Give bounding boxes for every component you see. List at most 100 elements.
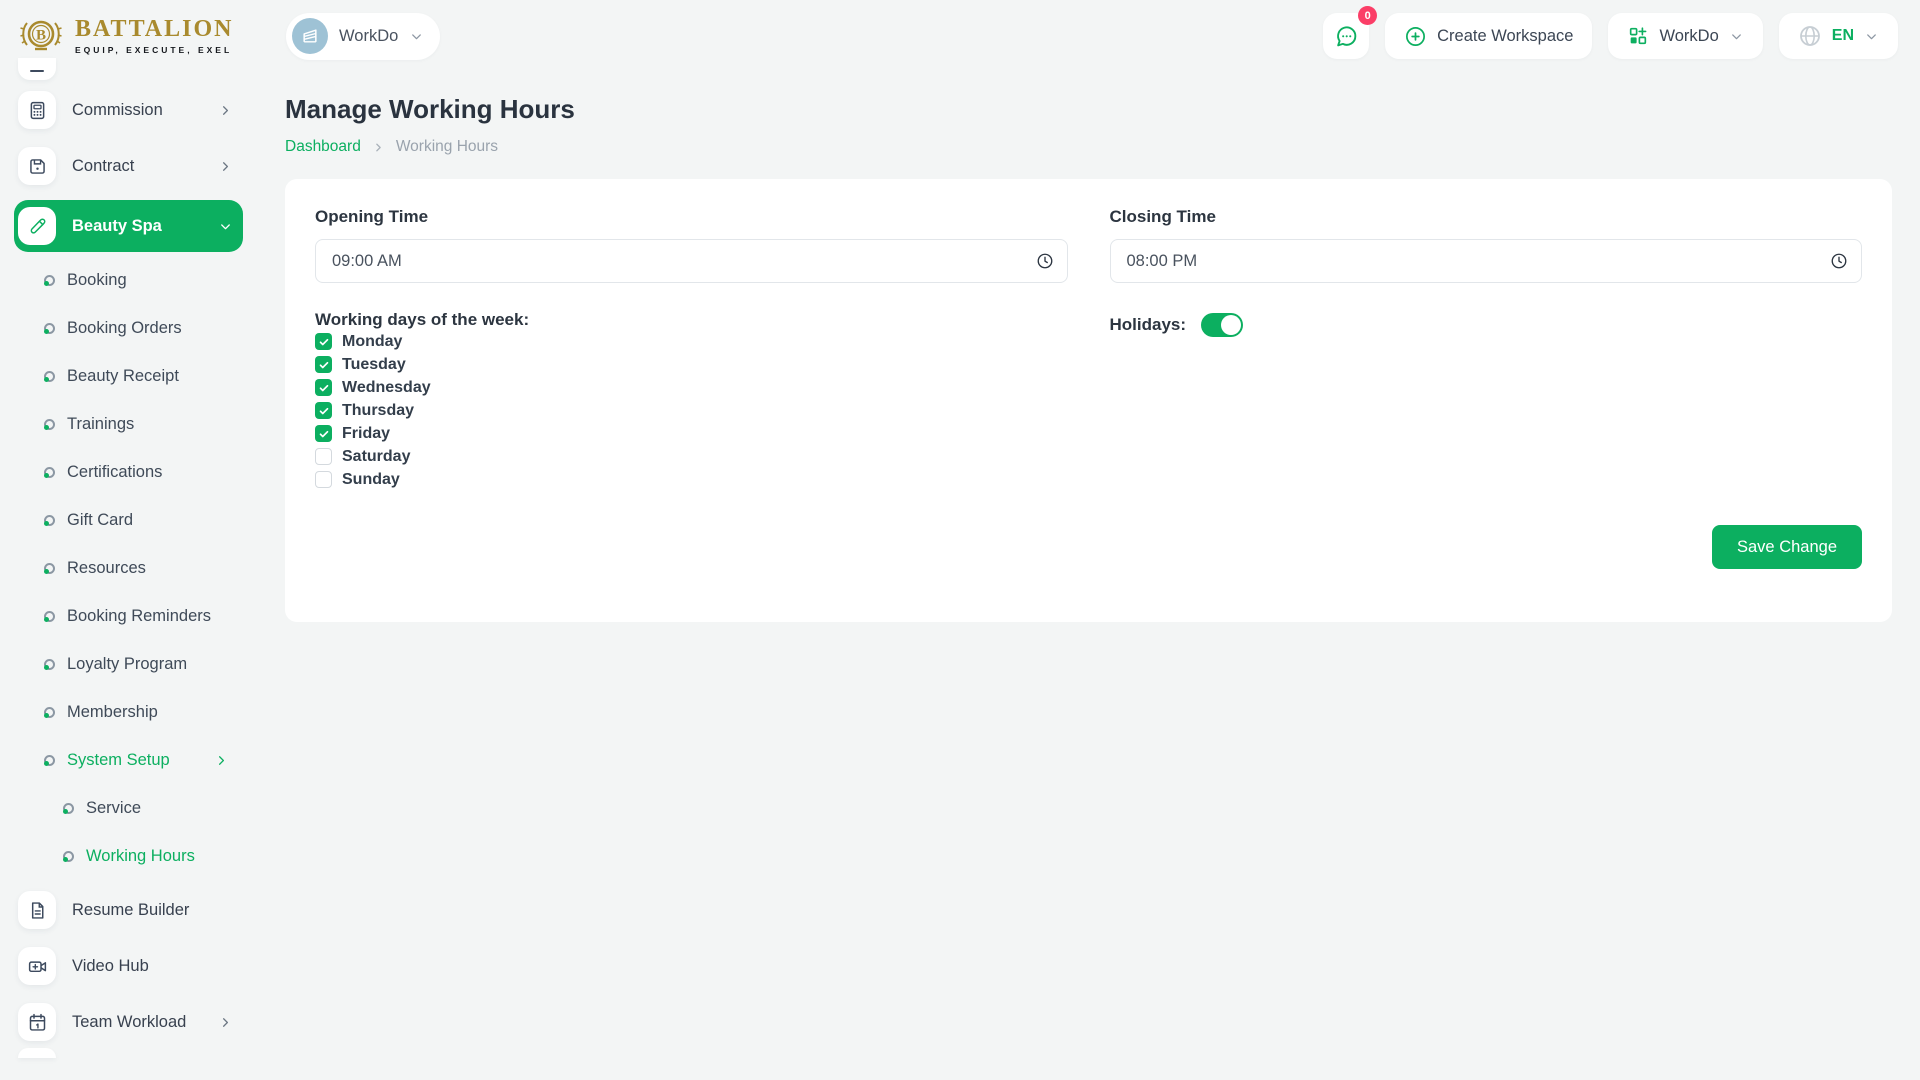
bullet-icon [44, 419, 55, 430]
sidebar-item-booking-orders[interactable]: Booking Orders [14, 304, 243, 352]
checkbox-checked-icon[interactable] [315, 402, 332, 419]
sidebar-item-certifications[interactable]: Certifications [14, 448, 243, 496]
language-selector[interactable]: EN [1779, 13, 1898, 59]
sidebar-item-gift-card[interactable]: Gift Card [14, 496, 243, 544]
bullet-icon [44, 275, 55, 286]
holidays-toggle[interactable] [1201, 313, 1243, 337]
day-checkbox-monday[interactable]: Monday [315, 330, 1068, 353]
document-icon [18, 891, 56, 929]
working-days-section: Working days of the week: Monday Tuesday… [315, 310, 1068, 491]
sidebar-item-label: Resources [67, 559, 146, 578]
bullet-icon [44, 707, 55, 718]
sidebar-item-working-hours[interactable]: Working Hours [14, 832, 243, 880]
sidebar-item-label: Booking [67, 271, 127, 290]
sidebar: Commission Contract Beauty Spa [0, 58, 257, 1058]
bullet-icon [44, 371, 55, 382]
day-checkbox-tuesday[interactable]: Tuesday [315, 353, 1068, 376]
messages-count-badge: 0 [1358, 6, 1377, 25]
topbar: B BATTALION EQUIP, EXECUTE, EXEL WorkDo [0, 0, 1920, 72]
plus-circle-icon [1404, 25, 1427, 48]
closing-time-input[interactable] [1110, 239, 1863, 283]
sidebar-item-commission[interactable]: Commission [14, 84, 243, 136]
sidebar-item-system-setup[interactable]: System Setup [14, 736, 243, 784]
page-title: Manage Working Hours [285, 94, 1892, 125]
sidebar-item-label: Service [86, 799, 141, 818]
closing-time-label: Closing Time [1110, 207, 1863, 227]
workdo-menu-button[interactable]: WorkDo [1608, 13, 1762, 59]
checkbox-checked-icon[interactable] [315, 379, 332, 396]
bullet-icon [44, 467, 55, 478]
checkbox-unchecked-icon[interactable] [315, 448, 332, 465]
create-workspace-button[interactable]: Create Workspace [1385, 13, 1592, 59]
sidebar-item-label: Membership [67, 703, 158, 722]
sidebar-item-beauty-receipt[interactable]: Beauty Receipt [14, 352, 243, 400]
day-checkbox-wednesday[interactable]: Wednesday [315, 376, 1068, 399]
messages-button[interactable]: 0 [1323, 13, 1369, 59]
sidebar-item-trainings[interactable]: Trainings [14, 400, 243, 448]
bullet-icon [44, 515, 55, 526]
opening-time-input[interactable] [315, 239, 1068, 283]
paintbrush-icon [18, 207, 56, 245]
sidebar-item-label: Booking Orders [67, 319, 182, 338]
sidebar-item-label: Contract [72, 157, 134, 176]
checkbox-checked-icon[interactable] [315, 425, 332, 442]
sidebar-item-loyalty-program[interactable]: Loyalty Program [14, 640, 243, 688]
sidebar-item-label: Gift Card [67, 511, 133, 530]
clock-icon[interactable] [1830, 252, 1848, 270]
calculator-icon [18, 91, 56, 129]
working-days-label: Working days of the week: [315, 310, 1068, 330]
day-checkbox-sunday[interactable]: Sunday [315, 468, 1068, 491]
breadcrumb: Dashboard Working Hours [285, 138, 1892, 156]
svg-text:B: B [36, 28, 46, 44]
clipped-sidebar-icon [18, 58, 56, 80]
clipped-sidebar-icon [18, 1048, 56, 1058]
save-change-button[interactable]: Save Change [1712, 525, 1862, 569]
chevron-right-icon [218, 1015, 233, 1030]
sidebar-item-label: Beauty Spa [72, 217, 162, 236]
checkbox-checked-icon[interactable] [315, 356, 332, 373]
day-checkbox-saturday[interactable]: Saturday [315, 445, 1068, 468]
sidebar-item-label: Trainings [67, 415, 134, 434]
video-camera-icon [18, 947, 56, 985]
breadcrumb-current: Working Hours [396, 138, 498, 156]
sidebar-item-video-hub[interactable]: Video Hub [14, 940, 243, 992]
create-workspace-label: Create Workspace [1437, 27, 1573, 46]
bullet-icon [44, 755, 55, 766]
chevron-down-icon [218, 219, 233, 234]
workspace-selector[interactable]: WorkDo [286, 13, 440, 60]
sidebar-item-label: Commission [72, 101, 163, 120]
sidebar-item-label: Loyalty Program [67, 655, 187, 674]
day-checkbox-friday[interactable]: Friday [315, 422, 1068, 445]
sidebar-item-membership[interactable]: Membership [14, 688, 243, 736]
sidebar-item-team-workload[interactable]: Team Workload [14, 996, 243, 1048]
main-content: Manage Working Hours Dashboard Working H… [257, 72, 1920, 1080]
globe-icon [1798, 24, 1822, 48]
bullet-icon [63, 803, 74, 814]
workspace-avatar [292, 18, 328, 54]
bullet-icon [44, 611, 55, 622]
chevron-down-icon [1864, 29, 1879, 44]
breadcrumb-dashboard-link[interactable]: Dashboard [285, 138, 361, 156]
logo-title: BATTALION [75, 17, 233, 41]
chat-bubble-icon [1334, 24, 1359, 49]
sidebar-item-label: System Setup [67, 751, 170, 770]
sidebar-item-contract[interactable]: Contract [14, 140, 243, 192]
grid-plus-icon [1627, 25, 1649, 47]
bullet-icon [44, 659, 55, 670]
sidebar-item-booking[interactable]: Booking [14, 256, 243, 304]
sidebar-item-beauty-spa[interactable]: Beauty Spa [14, 200, 243, 252]
logo-tagline: EQUIP, EXECUTE, EXEL [75, 45, 233, 55]
day-checkbox-thursday[interactable]: Thursday [315, 399, 1068, 422]
sidebar-item-booking-reminders[interactable]: Booking Reminders [14, 592, 243, 640]
sidebar-item-label: Certifications [67, 463, 162, 482]
checkbox-checked-icon[interactable] [315, 333, 332, 350]
clock-icon[interactable] [1036, 252, 1054, 270]
working-hours-card: Opening Time Working days of the week: M… [285, 179, 1892, 622]
sidebar-item-label: Video Hub [72, 957, 149, 976]
sidebar-item-service[interactable]: Service [14, 784, 243, 832]
sidebar-item-resume-builder[interactable]: Resume Builder [14, 884, 243, 936]
opening-time-label: Opening Time [315, 207, 1068, 227]
checkbox-unchecked-icon[interactable] [315, 471, 332, 488]
save-file-icon [18, 147, 56, 185]
sidebar-item-resources[interactable]: Resources [14, 544, 243, 592]
